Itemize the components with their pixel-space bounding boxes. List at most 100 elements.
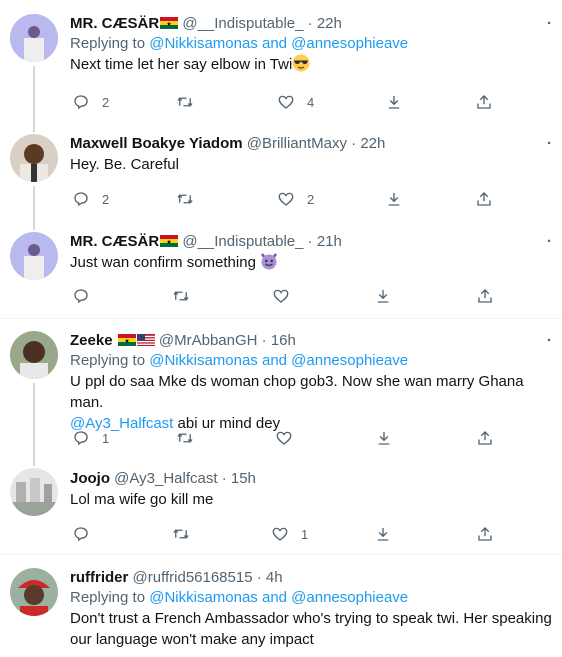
display-name[interactable]: MR. CÆSÄR (70, 15, 159, 32)
display-name[interactable]: Joojo (70, 470, 110, 487)
more-icon[interactable]: · (547, 232, 552, 252)
download-button[interactable] (385, 189, 403, 209)
handle[interactable]: @BrilliantMaxy (247, 135, 347, 152)
tweet-text: Just wan confirm something (70, 252, 552, 273)
share-icon (478, 527, 492, 541)
like-button[interactable] (272, 286, 302, 306)
avatar[interactable] (10, 331, 58, 379)
retweet-button[interactable] (172, 524, 202, 544)
timestamp[interactable]: 15h (231, 470, 256, 487)
timestamp[interactable]: 16h (271, 332, 296, 349)
download-icon (377, 290, 389, 303)
tweet-header: Zeeke @MrAbbanGH · 16h · (70, 331, 552, 351)
avatar[interactable] (10, 134, 58, 182)
display-name[interactable]: MR. CÆSÄR (70, 233, 159, 250)
devil-emoji (261, 253, 278, 270)
tweet-header: Joojo @Ay3_Halfcast · 15h (70, 469, 552, 489)
share-button[interactable] (475, 189, 493, 209)
download-icon (378, 432, 390, 445)
download-button[interactable] (374, 286, 392, 306)
like-icon (276, 431, 292, 445)
avatar[interactable] (10, 568, 58, 616)
share-button[interactable] (475, 92, 493, 112)
reply-button[interactable]: 2 (72, 189, 109, 209)
reply-mentions[interactable]: @Nikkisamonas and @annesophieave (149, 352, 408, 369)
like-button[interactable] (275, 428, 305, 448)
replying-to: Replying to @Nikkisamonas and @annesophi… (70, 352, 409, 369)
avatar[interactable] (10, 232, 58, 280)
like-button[interactable]: 1 (271, 524, 308, 544)
timestamp[interactable]: 4h (266, 569, 283, 586)
reply-button[interactable]: 2 (72, 92, 109, 112)
tweet-6[interactable]: ruffrider @ruffrid56168515 · 4h Replying… (0, 556, 562, 657)
retweet-icon (177, 194, 193, 204)
download-icon (388, 96, 400, 109)
display-name[interactable]: Zeeke (70, 332, 113, 349)
tweet-1[interactable]: MR. CÆSÄR @__Indisputable_ · 22h · Reply… (0, 0, 562, 120)
separator-dot: · (221, 470, 227, 487)
share-button[interactable] (476, 524, 494, 544)
reply-button[interactable] (72, 524, 102, 544)
separator-dot: · (307, 233, 313, 250)
replying-to: Replying to @Nikkisamonas and @annesophi… (70, 589, 409, 606)
tweet-text: U ppl do saa Mke ds woman chop gob3. Now… (70, 373, 524, 432)
retweet-icon (173, 291, 189, 301)
like-icon (278, 95, 294, 109)
download-button[interactable] (375, 428, 393, 448)
handle[interactable]: @__Indisputable_ (182, 15, 303, 32)
share-icon (478, 431, 492, 445)
download-button[interactable] (374, 524, 392, 544)
handle[interactable]: @Ay3_Halfcast (114, 470, 217, 487)
reply-mentions[interactable]: @Nikkisamonas and @annesophieave (149, 589, 408, 606)
more-icon[interactable]: · (547, 134, 552, 154)
thread-line (33, 458, 35, 466)
retweet-icon (173, 529, 189, 539)
tweet-text: Next time let her say elbow in Twi (70, 54, 552, 75)
retweet-button[interactable] (176, 92, 206, 112)
tweet-2[interactable]: Maxwell Boakye Yiadom @BrilliantMaxy · 2… (0, 120, 562, 220)
timestamp[interactable]: 21h (317, 233, 342, 250)
download-button[interactable] (385, 92, 403, 112)
ghana-flag (117, 334, 136, 346)
thread-line (33, 186, 35, 220)
tweet-header: Maxwell Boakye Yiadom @BrilliantMaxy · 2… (70, 134, 552, 154)
ghana-flag (160, 17, 179, 29)
tweet-3[interactable]: MR. CÆSÄR @__Indisputable_ · 21h · Just … (0, 220, 562, 319)
thread-line (33, 383, 35, 458)
tweet-header: MR. CÆSÄR @__Indisputable_ · 21h · (70, 232, 552, 252)
reply-icon (74, 527, 88, 542)
display-name[interactable]: Maxwell Boakye Yiadom (70, 135, 243, 152)
reply-button[interactable] (72, 286, 102, 306)
tweet-text: Lol ma wife go kill me (70, 491, 214, 508)
more-icon[interactable]: · (547, 14, 552, 34)
retweet-button[interactable] (172, 286, 202, 306)
tweet-5[interactable]: Joojo @Ay3_Halfcast · 15h Lol ma wife go… (0, 458, 562, 555)
thread-line (33, 120, 35, 132)
share-button[interactable] (476, 286, 494, 306)
handle[interactable]: @MrAbbanGH (159, 332, 258, 349)
display-name[interactable]: ruffrider (70, 569, 128, 586)
avatar[interactable] (10, 468, 58, 516)
tweet-text: Hey. Be. Careful (70, 156, 179, 173)
separator-dot: · (261, 332, 267, 349)
retweet-button[interactable] (176, 189, 206, 209)
ghana-flag (160, 235, 179, 247)
like-button[interactable]: 2 (277, 189, 314, 209)
avatar[interactable] (10, 14, 58, 62)
more-icon[interactable]: · (547, 331, 552, 351)
handle[interactable]: @__Indisputable_ (182, 233, 303, 250)
timestamp[interactable]: 22h (317, 15, 342, 32)
reply-button[interactable]: 1 (72, 428, 109, 448)
reply-mentions[interactable]: @Nikkisamonas and @annesophieave (149, 35, 408, 52)
timestamp[interactable]: 22h (360, 135, 385, 152)
tweet-4[interactable]: Zeeke @MrAbbanGH · 16h · Replying to @Ni… (0, 320, 562, 458)
retweet-button[interactable] (176, 428, 206, 448)
like-button[interactable]: 4 (277, 92, 314, 112)
reply-icon (74, 192, 88, 207)
thread-line (33, 66, 35, 120)
sunglasses-emoji (292, 54, 310, 72)
like-icon (273, 289, 289, 303)
handle[interactable]: @ruffrid56168515 (133, 569, 253, 586)
share-button[interactable] (476, 428, 494, 448)
share-icon (477, 95, 491, 109)
